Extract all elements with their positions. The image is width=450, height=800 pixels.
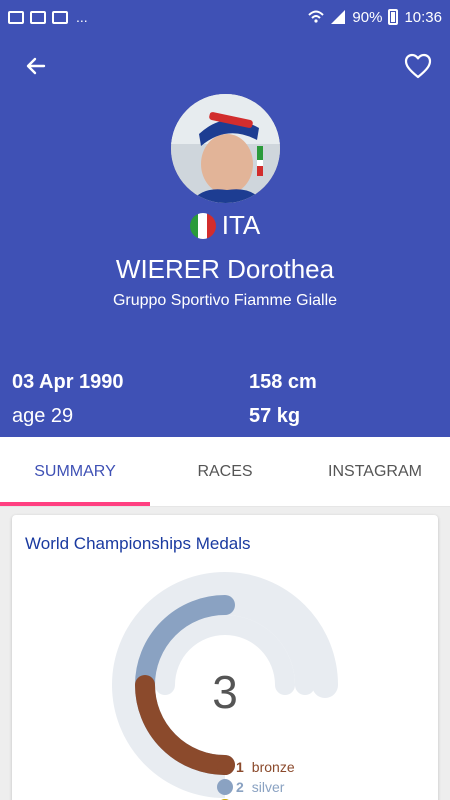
- silver-count: 2: [236, 779, 244, 795]
- athlete-name: WIERER Dorothea: [115, 254, 335, 284]
- bronze-label: bronze: [251, 759, 295, 775]
- legend-dot-bronze: [217, 759, 233, 775]
- height: 158 cm: [249, 371, 317, 393]
- tab-bar: SUMMARY RACES INSTAGRAM: [0, 437, 450, 507]
- weight: 57 kg: [249, 405, 301, 427]
- bronze-count: 1: [236, 759, 244, 775]
- legend-dot-silver: [217, 779, 233, 795]
- athlete-club: Gruppo Sportivo Fiamme Gialle: [112, 292, 338, 309]
- wifi-icon: [308, 10, 325, 23]
- nation: ITA: [0, 210, 450, 241]
- athlete-header: ... 90% 10:36 ITA WIERER Dorothea Gruppo…: [0, 0, 450, 437]
- athlete-avatar: [171, 94, 280, 203]
- silver-label: silver: [251, 779, 285, 795]
- italy-flag-icon: [189, 212, 216, 239]
- nation-code: ITA: [221, 210, 261, 240]
- medals-ring-chart: [112, 572, 338, 800]
- back-button[interactable]: [20, 50, 52, 82]
- battery-icon: [388, 9, 399, 25]
- birth-date: 03 Apr 1990: [12, 371, 124, 393]
- clock: 10:36: [404, 8, 442, 26]
- legend-silver: 2 silver: [236, 779, 284, 795]
- signal-icon: [331, 10, 346, 24]
- arrow-back-icon: [26, 57, 46, 75]
- status-bar: ... 90% 10:36: [0, 0, 450, 34]
- mail-notification-icon: [30, 10, 46, 24]
- more-notifications: ...: [76, 9, 88, 25]
- email-notification-icon: [52, 10, 68, 24]
- legend-bronze: 1 bronze: [236, 759, 295, 775]
- medals-card: World Championships Medals 3 1 bronze 2 …: [12, 515, 438, 800]
- age: age 29: [12, 405, 74, 427]
- battery-percent: 90%: [352, 8, 383, 26]
- tab-instagram[interactable]: INSTAGRAM: [300, 437, 450, 506]
- tab-races[interactable]: RACES: [150, 437, 300, 506]
- tab-summary[interactable]: SUMMARY: [0, 437, 150, 506]
- total-medals: 3: [212, 666, 238, 718]
- image-notification-icon: [8, 10, 24, 24]
- favorite-button[interactable]: [402, 50, 434, 82]
- summary-content: World Championships Medals 3 1 bronze 2 …: [0, 507, 450, 800]
- heart-outline-icon: [404, 53, 432, 79]
